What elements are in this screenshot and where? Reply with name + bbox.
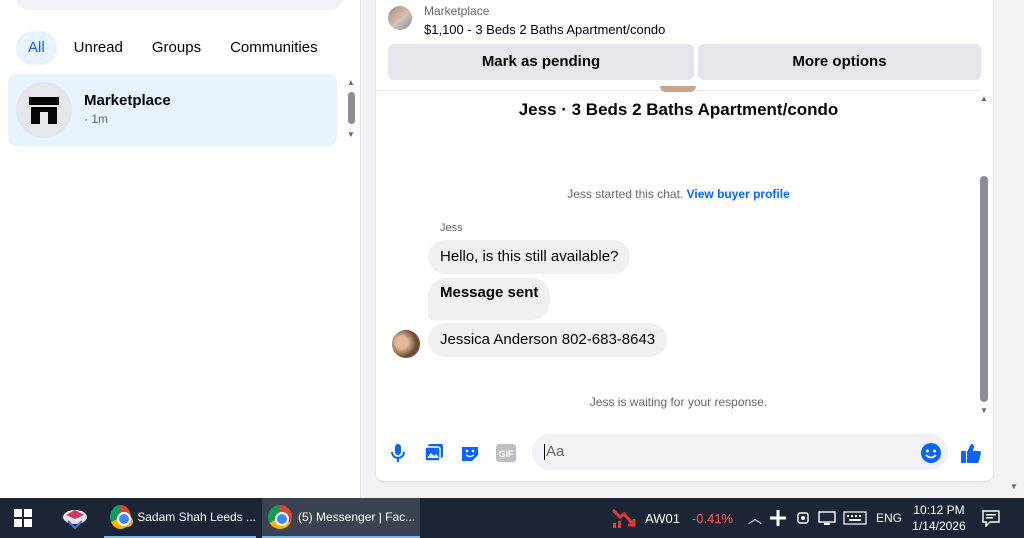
mark-pending-button[interactable]: Mark as pending bbox=[388, 44, 694, 80]
pinned-app-icon[interactable] bbox=[60, 498, 90, 538]
system-clock[interactable]: 10:12 PM 1/14/2026 bbox=[908, 498, 970, 538]
view-buyer-profile-link[interactable]: View buyer profile bbox=[687, 187, 790, 201]
svg-text:GIF: GIF bbox=[499, 449, 515, 459]
filter-communities[interactable]: Communities bbox=[218, 31, 330, 65]
notifications-icon[interactable] bbox=[982, 498, 1000, 538]
message-bubble[interactable]: Jessica Anderson 802-683-8643 bbox=[428, 323, 668, 357]
filter-all[interactable]: All bbox=[16, 31, 57, 65]
taskbar-app-label: (5) Messenger | Fac... bbox=[298, 510, 416, 524]
chrome-icon bbox=[268, 505, 292, 529]
stock-chart-icon bbox=[612, 508, 636, 528]
scroll-up-arrow-icon[interactable]: ▲ bbox=[980, 94, 988, 103]
language-indicator[interactable]: ENG bbox=[876, 498, 902, 538]
clock-date: 1/14/2026 bbox=[912, 519, 966, 533]
message-bubble[interactable]: Message sent bbox=[428, 278, 551, 320]
filter-unread[interactable]: Unread bbox=[62, 31, 135, 65]
conversation-item-marketplace[interactable]: Marketplace · 1m bbox=[8, 74, 337, 146]
filter-groups[interactable]: Groups bbox=[140, 31, 213, 65]
scroll-thumb[interactable] bbox=[348, 92, 355, 124]
microphone-icon[interactable] bbox=[387, 442, 409, 464]
stock-change: -0.41% bbox=[691, 510, 734, 526]
scroll-down-arrow-icon[interactable]: ▼ bbox=[347, 130, 355, 139]
photo-icon[interactable] bbox=[423, 442, 445, 464]
gif-icon[interactable]: GIF bbox=[495, 442, 517, 464]
taskbar-app-chrome-1[interactable]: C Sadam Shah Leeds ... bbox=[104, 498, 256, 538]
windows-taskbar: C Sadam Shah Leeds ... (5) Messenger | F… bbox=[0, 498, 1024, 538]
taskbar-app-label: Sadam Shah Leeds ... bbox=[137, 510, 256, 524]
listing-title: $1,100 - 3 Beds 2 Baths Apartment/condo bbox=[424, 22, 666, 37]
taskbar-app-chrome-2[interactable]: (5) Messenger | Fac... bbox=[262, 498, 420, 538]
plus-icon[interactable] bbox=[770, 498, 786, 538]
sidebar-scrollbar[interactable]: ▲ ▼ bbox=[345, 78, 357, 142]
chat-scrollbar[interactable]: ▲ ▼ bbox=[978, 94, 990, 418]
page-scroll-down-arrow-icon[interactable]: ▼ bbox=[1010, 482, 1018, 491]
sender-name: Jess bbox=[440, 222, 463, 234]
keyboard-icon[interactable] bbox=[843, 498, 867, 538]
scroll-down-arrow-icon[interactable]: ▼ bbox=[980, 406, 988, 415]
message-input-placeholder: Aa bbox=[546, 443, 565, 460]
chat-started-notice: Jess started this chat. View buyer profi… bbox=[376, 187, 981, 201]
profile-badge: C bbox=[122, 516, 133, 527]
text-caret bbox=[544, 444, 545, 461]
conversation-heading: Jess · 3 Beds 2 Baths Apartment/condo bbox=[518, 100, 839, 119]
chat-started-text: Jess started this chat. bbox=[567, 187, 684, 201]
waiting-notice: Jess is waiting for your response. bbox=[589, 395, 768, 409]
listing-category: Marketplace bbox=[424, 4, 490, 18]
sender-avatar[interactable] bbox=[392, 330, 420, 358]
emoji-icon[interactable] bbox=[920, 442, 942, 464]
listing-thumbnail bbox=[388, 6, 412, 30]
stock-widget[interactable]: AW01 -0.41% bbox=[612, 498, 733, 538]
meet-icon[interactable] bbox=[796, 498, 810, 538]
like-icon[interactable] bbox=[960, 442, 982, 464]
chrome-icon: C bbox=[110, 505, 133, 529]
conversation-time: · 1m bbox=[84, 112, 108, 126]
sticker-icon[interactable] bbox=[459, 442, 481, 464]
listing-avatar bbox=[660, 86, 696, 92]
network-icon[interactable] bbox=[818, 498, 836, 538]
clock-time: 10:12 PM bbox=[913, 503, 965, 517]
conversation-panel: All Unread Groups Communities Marketplac… bbox=[0, 0, 361, 498]
conversation-name: Marketplace bbox=[84, 92, 171, 109]
filter-chips: All Unread Groups Communities bbox=[16, 31, 335, 65]
scroll-up-arrow-icon[interactable]: ▲ bbox=[347, 78, 355, 87]
stock-symbol: AW01 bbox=[645, 510, 680, 526]
scroll-thumb[interactable] bbox=[980, 176, 988, 402]
marketplace-store-icon bbox=[16, 82, 72, 138]
more-options-button[interactable]: More options bbox=[698, 44, 981, 80]
show-hidden-icons-chevron-icon[interactable]: ︿ bbox=[748, 498, 762, 538]
windows-start-icon[interactable] bbox=[14, 498, 32, 538]
search-input[interactable] bbox=[16, 0, 343, 10]
message-composer: GIF Aa bbox=[376, 432, 993, 472]
message-bubble[interactable]: Hello, is this still available? bbox=[428, 240, 631, 274]
chat-panel: Marketplace $1,100 - 3 Beds 2 Baths Apar… bbox=[376, 0, 993, 481]
message-input[interactable]: Aa bbox=[532, 434, 948, 470]
